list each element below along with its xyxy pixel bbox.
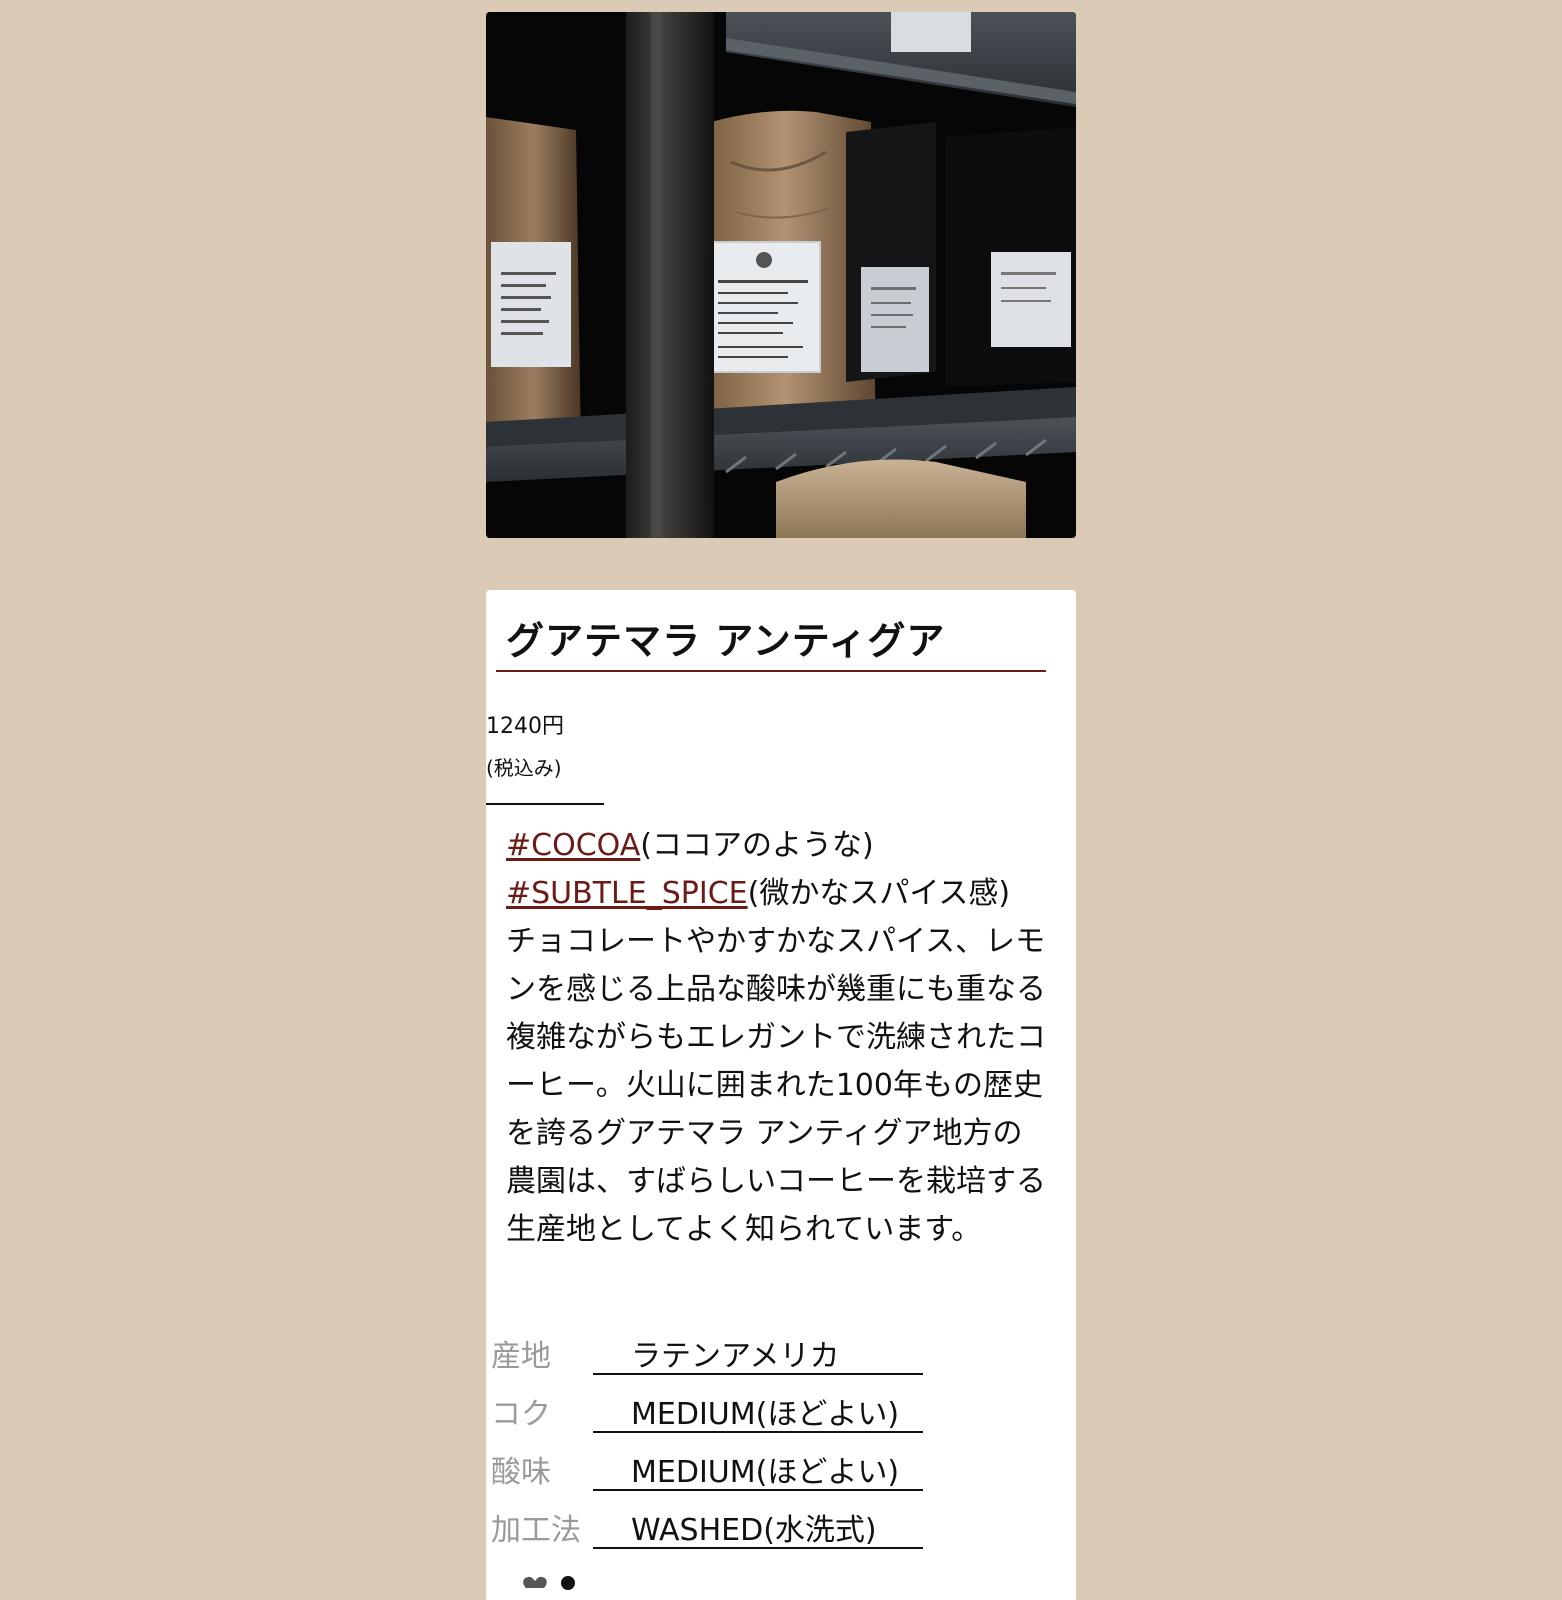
spec-value-cell: MEDIUM(ほどよい)	[593, 1439, 923, 1491]
product-column: グアテマラ アンティグア 1240円 (税込み) #COCOA(ココアのような)…	[486, 12, 1076, 1600]
price-divider	[486, 803, 604, 805]
spec-value: WASHED(水洗式)	[631, 1513, 877, 1548]
spec-value-cell: WASHED(水洗式)	[593, 1497, 923, 1549]
heart-icon[interactable]	[520, 1574, 580, 1594]
product-photo	[486, 12, 1076, 538]
spec-value: MEDIUM(ほどよい)	[631, 1455, 900, 1490]
product-card: グアテマラ アンティグア 1240円 (税込み) #COCOA(ココアのような)…	[486, 590, 1076, 1600]
tag-line: #SUBTLE_SPICE(微かなスパイス感)	[506, 870, 1051, 918]
spec-value: ラテンアメリカ	[631, 1339, 840, 1374]
tag-meaning: (ココアのような)	[640, 828, 874, 863]
description-text: チョコレートやかすかなスパイス、レモンを感じる上品な酸味が幾重にも重なる複雑なが…	[506, 924, 1046, 1247]
product-description: #COCOA(ココアのような) #SUBTLE_SPICE(微かなスパイス感) …	[506, 822, 1051, 1254]
product-photo-illustration	[486, 12, 1076, 538]
spec-label: 加工法	[491, 1513, 581, 1548]
tax-note: (税込み)	[486, 756, 562, 780]
spec-value-cell: ラテンアメリカ	[593, 1323, 923, 1375]
spec-label: コク	[491, 1397, 551, 1432]
tag-line: #COCOA(ココアのような)	[506, 822, 1051, 870]
spec-label: 産地	[491, 1339, 551, 1374]
tag-link-subtle-spice[interactable]: #SUBTLE_SPICE	[506, 876, 748, 911]
product-title: グアテマラ アンティグア	[506, 618, 946, 663]
spec-value: MEDIUM(ほどよい)	[631, 1397, 900, 1432]
spec-value-cell: MEDIUM(ほどよい)	[593, 1381, 923, 1433]
tag-link-cocoa[interactable]: #COCOA	[506, 828, 640, 863]
spec-label: 酸味	[491, 1455, 551, 1490]
tag-meaning: (微かなスパイス感)	[747, 876, 1011, 911]
title-divider	[496, 670, 1046, 672]
product-price: 1240円	[486, 714, 564, 739]
